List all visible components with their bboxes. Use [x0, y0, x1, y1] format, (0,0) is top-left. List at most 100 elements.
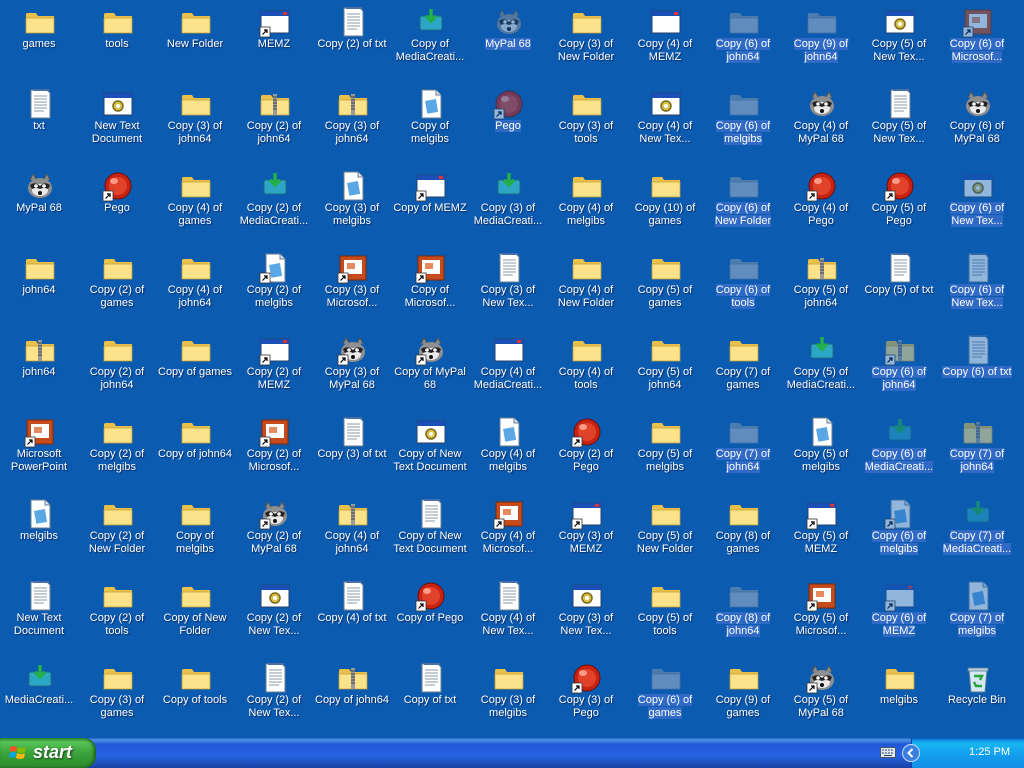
desktop-icon[interactable]: Copy (6) of New Tex... — [938, 166, 1016, 248]
desktop-icon[interactable]: Copy (6) of MyPal 68 — [938, 84, 1016, 166]
clock[interactable]: 1:25 PM — [969, 746, 1010, 758]
desktop-icon[interactable]: Copy of Pego — [391, 576, 469, 658]
desktop-icon[interactable]: Copy (2) of john64 — [78, 330, 156, 412]
desktop-icon[interactable]: Copy (3) of melgibs — [313, 166, 391, 248]
desktop-icon[interactable]: melgibs — [0, 494, 78, 576]
desktop-icon[interactable]: Copy (3) of john64 — [313, 84, 391, 166]
desktop-icon[interactable]: Copy (3) of txt — [313, 412, 391, 494]
desktop-icon[interactable]: Copy (3) of MyPal 68 — [313, 330, 391, 412]
desktop-icon[interactable]: Copy (6) of txt — [938, 330, 1016, 412]
desktop-icon[interactable]: Copy (5) of melgibs — [626, 412, 704, 494]
desktop-icon[interactable]: Copy (5) of New Tex... — [860, 84, 938, 166]
desktop-icon[interactable]: Copy of tools — [156, 658, 234, 738]
desktop-icon[interactable]: Copy of john64 — [156, 412, 234, 494]
desktop-icon[interactable]: Copy (6) of New Folder — [704, 166, 782, 248]
desktop-icon[interactable]: New Text Document — [78, 84, 156, 166]
desktop-icon[interactable]: Copy (2) of Pego — [547, 412, 625, 494]
desktop-icon[interactable]: MediaCreati... — [0, 658, 78, 738]
desktop-icon[interactable]: Copy (3) of New Tex... — [469, 248, 547, 330]
desktop-icon[interactable]: Copy (4) of New Folder — [547, 248, 625, 330]
desktop-icon[interactable]: Microsoft PowerPoint — [0, 412, 78, 494]
desktop-icon[interactable]: john64 — [0, 248, 78, 330]
desktop-icon[interactable]: Copy (6) of New Tex... — [938, 248, 1016, 330]
desktop-icon[interactable]: Copy (3) of tools — [547, 84, 625, 166]
desktop-icon[interactable]: Copy (8) of john64 — [704, 576, 782, 658]
desktop-icon[interactable]: Copy of MEMZ — [391, 166, 469, 248]
desktop-icon[interactable]: Copy (4) of Pego — [782, 166, 860, 248]
desktop-icon[interactable]: Copy (4) of MEMZ — [626, 2, 704, 84]
desktop-icon[interactable]: Copy of melgibs — [156, 494, 234, 576]
desktop-icon[interactable]: Copy (8) of games — [704, 494, 782, 576]
desktop-icon[interactable]: MEMZ — [235, 2, 313, 84]
desktop[interactable]: games txt MyPal 68 john64 john64 Microsoft Po… — [0, 0, 1024, 738]
desktop-icon[interactable]: Copy (7) of games — [704, 330, 782, 412]
desktop-icon[interactable]: New Folder — [156, 2, 234, 84]
desktop-icon[interactable]: Copy of txt — [391, 658, 469, 738]
desktop-icon[interactable]: Copy of MediaCreati... — [391, 2, 469, 84]
desktop-icon[interactable]: Copy (2) of games — [78, 248, 156, 330]
keyboard-icon[interactable] — [880, 747, 896, 758]
desktop-icon[interactable]: Copy (5) of Microsof... — [782, 576, 860, 658]
desktop-icon[interactable]: Copy of john64 — [313, 658, 391, 738]
desktop-icon[interactable]: Copy of melgibs — [391, 84, 469, 166]
desktop-icon[interactable]: Copy (5) of Pego — [860, 166, 938, 248]
desktop-icon[interactable]: Copy (4) of melgibs — [469, 412, 547, 494]
desktop-icon[interactable]: Copy (7) of john64 — [704, 412, 782, 494]
desktop-icon[interactable]: Copy (3) of New Tex... — [547, 576, 625, 658]
desktop-icon[interactable]: Copy (6) of games — [626, 658, 704, 738]
desktop-icon[interactable]: john64 — [0, 330, 78, 412]
desktop-icon[interactable]: Copy (2) of New Tex... — [235, 658, 313, 738]
desktop-icon[interactable]: txt — [0, 84, 78, 166]
desktop-icon[interactable]: MyPal 68 — [0, 166, 78, 248]
desktop-icon[interactable]: Copy (3) of Pego — [547, 658, 625, 738]
desktop-icon[interactable]: Copy (4) of melgibs — [547, 166, 625, 248]
desktop-icon[interactable]: Copy (7) of john64 — [938, 412, 1016, 494]
desktop-icon[interactable]: Copy (2) of MyPal 68 — [235, 494, 313, 576]
desktop-icon[interactable]: Copy (4) of Microsof... — [469, 494, 547, 576]
desktop-icon[interactable]: Copy (6) of MediaCreati... — [860, 412, 938, 494]
desktop-icon[interactable]: MyPal 68 — [469, 2, 547, 84]
desktop-icon[interactable]: Copy (3) of john64 — [156, 84, 234, 166]
desktop-icon[interactable]: Copy (9) of john64 — [782, 2, 860, 84]
desktop-icon[interactable]: Copy (4) of txt — [313, 576, 391, 658]
desktop-icon[interactable]: Copy (6) of john64 — [860, 330, 938, 412]
desktop-icon[interactable]: Copy (7) of MediaCreati... — [938, 494, 1016, 576]
desktop-icon[interactable]: Copy (2) of New Tex... — [235, 576, 313, 658]
desktop-icon[interactable]: Copy (4) of New Tex... — [469, 576, 547, 658]
desktop-icon[interactable]: Copy (2) of New Folder — [78, 494, 156, 576]
desktop-icon[interactable]: Copy (6) of MEMZ — [860, 576, 938, 658]
desktop-icon[interactable]: melgibs — [860, 658, 938, 738]
desktop-icon[interactable]: New Text Document — [0, 576, 78, 658]
desktop-icon[interactable]: Copy (3) of games — [78, 658, 156, 738]
desktop-icon[interactable]: Copy (5) of New Tex... — [860, 2, 938, 84]
desktop-icon[interactable]: Copy (3) of New Folder — [547, 2, 625, 84]
desktop-icon[interactable]: Copy (4) of New Tex... — [626, 84, 704, 166]
desktop-icon[interactable]: Copy (2) of melgibs — [78, 412, 156, 494]
desktop-icon[interactable]: Copy (2) of tools — [78, 576, 156, 658]
desktop-icon[interactable]: games — [0, 2, 78, 84]
desktop-icon[interactable]: Copy (3) of MEMZ — [547, 494, 625, 576]
desktop-icon[interactable]: Copy (4) of john64 — [156, 248, 234, 330]
desktop-icon[interactable]: Copy (4) of tools — [547, 330, 625, 412]
desktop-icon[interactable]: Copy (5) of MediaCreati... — [782, 330, 860, 412]
desktop-icon[interactable]: Copy of New Folder — [156, 576, 234, 658]
desktop-icon[interactable]: Copy of New Text Document — [391, 494, 469, 576]
desktop-icon[interactable]: Copy (4) of MediaCreati... — [469, 330, 547, 412]
desktop-icon[interactable]: Copy of Microsof... — [391, 248, 469, 330]
desktop-icon[interactable]: Copy (5) of john64 — [782, 248, 860, 330]
start-button[interactable]: start — [0, 738, 96, 768]
desktop-icon[interactable]: Copy (5) of john64 — [626, 330, 704, 412]
desktop-icon[interactable]: Copy (6) of melgibs — [704, 84, 782, 166]
desktop-icon[interactable]: Copy (3) of melgibs — [469, 658, 547, 738]
desktop-icon[interactable]: Copy (5) of New Folder — [626, 494, 704, 576]
desktop-icon[interactable]: Copy (6) of melgibs — [860, 494, 938, 576]
desktop-icon[interactable]: Copy (5) of MEMZ — [782, 494, 860, 576]
desktop-icon[interactable]: Copy (5) of tools — [626, 576, 704, 658]
desktop-icon[interactable]: Copy (6) of john64 — [704, 2, 782, 84]
desktop-icon[interactable]: Copy (7) of melgibs — [938, 576, 1016, 658]
desktop-icon[interactable]: Copy (2) of Microsof... — [235, 412, 313, 494]
desktop-icon[interactable]: Copy of MyPal 68 — [391, 330, 469, 412]
desktop-icon[interactable]: Recycle Bin — [938, 658, 1016, 738]
desktop-icon[interactable]: Copy (2) of john64 — [235, 84, 313, 166]
desktop-icon[interactable]: Copy (2) of MEMZ — [235, 330, 313, 412]
